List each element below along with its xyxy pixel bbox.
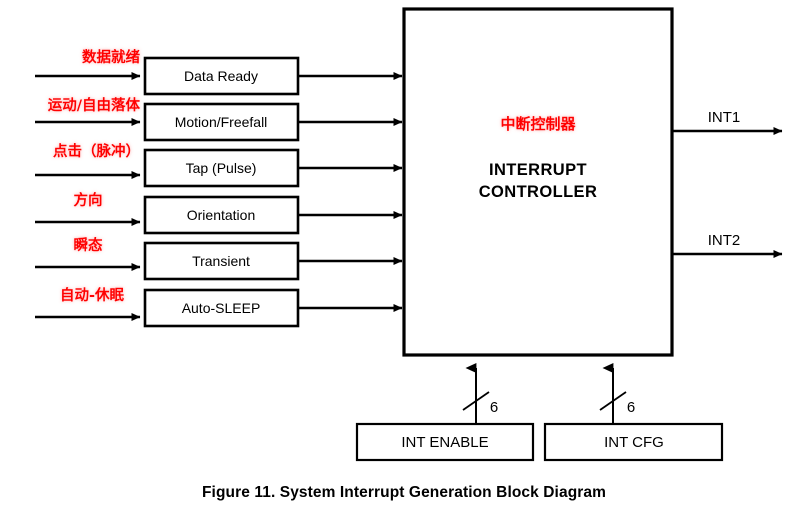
source-label-1: Motion/Freefall [175, 114, 268, 130]
interrupt-controller-label-line1: INTERRUPT [489, 161, 587, 179]
source-row-transient: 瞬态 Transient [35, 236, 403, 281]
source-annotation-zh-2: 点击（脉冲） [53, 142, 140, 160]
source-annotation-zh-0: 数据就绪 [82, 48, 140, 66]
source-label-4: Transient [192, 253, 250, 269]
diagram-canvas: 中断控制器 INTERRUPT CONTROLLER 数据就绪 Data Rea… [35, 7, 783, 501]
register-label-int-cfg: INT CFG [604, 434, 664, 451]
register-int-cfg: INT CFG 6 [543, 363, 724, 462]
source-row-data-ready: 数据就绪 Data Ready [35, 48, 403, 96]
source-row-orientation: 方向 Orientation [35, 191, 403, 235]
source-label-5: Auto-SLEEP [182, 300, 261, 316]
source-annotation-zh-4: 瞬态 [74, 236, 103, 254]
source-row-auto-sleep: 自动-休眠 Auto-SLEEP [35, 286, 403, 328]
source-label-0: Data Ready [184, 68, 258, 84]
interrupt-controller-rect [402, 7, 674, 357]
interrupt-controller-block: 中断控制器 INTERRUPT CONTROLLER [402, 7, 674, 357]
interrupt-controller-label-zh: 中断控制器 [500, 115, 576, 133]
source-annotation-zh-1: 运动/自由落体 [48, 96, 141, 114]
output-label-int1: INT1 [708, 109, 741, 126]
source-annotation-zh-3: 方向 [74, 191, 103, 209]
figure-caption: Figure 11. System Interrupt Generation B… [202, 484, 606, 501]
source-annotation-zh-5: 自动-休眠 [60, 286, 125, 304]
register-label-int-enable: INT ENABLE [401, 434, 488, 451]
bus-width-int-cfg: 6 [627, 399, 635, 416]
source-row-motion-freefall: 运动/自由落体 Motion/Freefall [35, 96, 403, 142]
bus-width-int-enable: 6 [490, 399, 498, 416]
output-int2: INT2 [672, 232, 783, 258]
output-int1: INT1 [672, 109, 783, 135]
output-label-int2: INT2 [708, 232, 741, 249]
interrupt-controller-label-line2: CONTROLLER [479, 183, 598, 201]
source-label-3: Orientation [187, 207, 255, 223]
figure-block-diagram: 中断控制器 INTERRUPT CONTROLLER 数据就绪 Data Rea… [0, 0, 800, 512]
register-int-enable: INT ENABLE 6 [355, 363, 535, 462]
source-row-tap-pulse: 点击（脉冲） Tap (Pulse) [35, 142, 403, 188]
source-label-2: Tap (Pulse) [186, 160, 257, 176]
